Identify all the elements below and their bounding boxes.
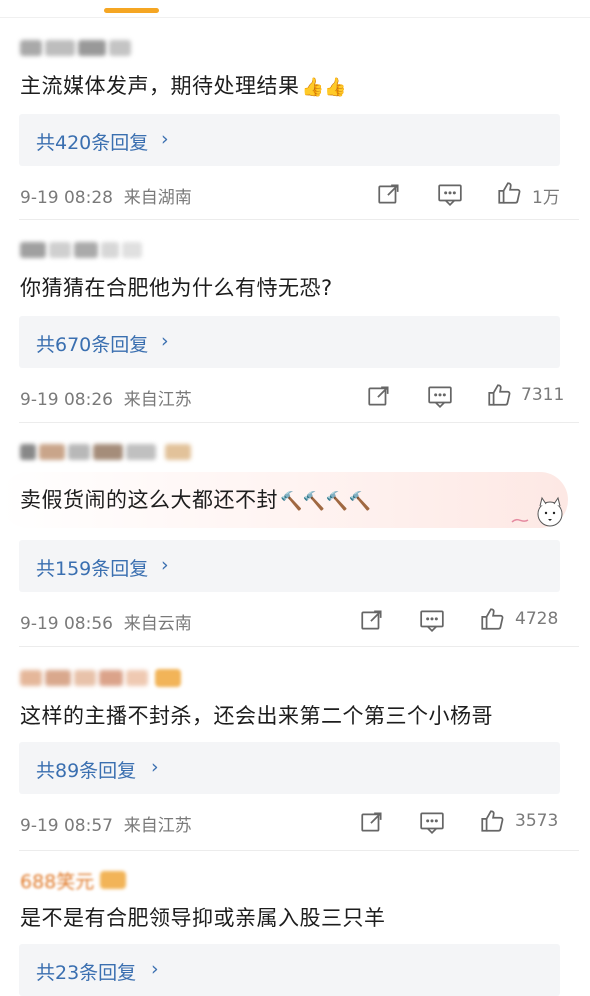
share-icon[interactable] — [376, 181, 402, 207]
thumbs-up-icon[interactable] — [486, 382, 512, 408]
divider — [19, 422, 579, 423]
reply-count: 共670条回复 — [36, 334, 149, 356]
comment-text: 卖假货闹的这么大都还不封 🔨🔨🔨🔨 — [20, 488, 372, 512]
like-count: 4728 — [515, 609, 559, 629]
timestamp: 9-19 08:57 — [20, 816, 113, 836]
active-tab-indicator — [104, 8, 159, 13]
share-icon[interactable] — [359, 607, 385, 633]
header-divider — [0, 17, 590, 18]
username-blurred[interactable] — [20, 668, 181, 688]
comment-text: 你猜猜在合肥他为什么有恃无恐? — [20, 276, 333, 300]
username-blurred[interactable] — [20, 38, 134, 58]
like-count: 3573 — [515, 811, 559, 831]
replies-link[interactable]: 共670条回复 › — [19, 316, 560, 368]
comment-meta: 9-19 08:56 来自云南 — [20, 609, 192, 634]
chevron-right-icon: › — [151, 958, 159, 980]
timestamp: 9-19 08:26 — [20, 390, 113, 410]
replies-link[interactable]: 共23条回复 › — [19, 944, 560, 996]
comment-icon[interactable] — [419, 809, 445, 835]
location: 来自湖南 — [123, 188, 192, 208]
cat-sticker-icon — [511, 496, 563, 527]
location: 来自江苏 — [123, 816, 192, 836]
comment-meta: 9-19 08:57 来自江苏 — [20, 811, 192, 836]
comment-icon[interactable] — [437, 181, 463, 207]
share-icon[interactable] — [366, 383, 392, 409]
divider — [19, 850, 579, 851]
thumbs-up-icon[interactable] — [479, 606, 505, 632]
divider — [19, 219, 579, 220]
thumbs-up-icon[interactable] — [496, 180, 522, 206]
share-icon[interactable] — [359, 809, 385, 835]
reply-count: 共89条回复 — [36, 760, 137, 782]
chevron-right-icon: › — [161, 128, 169, 150]
location: 来自江苏 — [123, 390, 192, 410]
comment-meta: 9-19 08:28 来自湖南 — [20, 183, 192, 208]
replies-link[interactable]: 共89条回复 › — [19, 742, 560, 794]
timestamp: 9-19 08:28 — [20, 188, 113, 208]
chevron-right-icon: › — [161, 554, 169, 576]
username[interactable]: 688笑元 — [20, 870, 127, 893]
comment-icon[interactable] — [427, 383, 453, 409]
username-blurred[interactable] — [20, 240, 145, 260]
comment-meta: 9-19 08:26 来自江苏 — [20, 385, 192, 410]
like-count: 7311 — [521, 385, 565, 405]
comment-text: 是不是有合肥领导抑或亲属入股三只羊 — [20, 906, 386, 930]
thumbs-emoji: 👍👍 — [301, 77, 348, 98]
divider — [19, 646, 579, 647]
replies-link[interactable]: 共420条回复 › — [19, 114, 560, 166]
location: 来自云南 — [123, 614, 192, 634]
reply-count: 共23条回复 — [36, 962, 137, 984]
hammer-emoji: 🔨🔨🔨🔨 — [280, 491, 372, 512]
timestamp: 9-19 08:56 — [20, 614, 113, 634]
chevron-right-icon: › — [161, 330, 169, 352]
reply-count: 共420条回复 — [36, 132, 149, 154]
comment-text: 这样的主播不封杀，还会出来第二个第三个小杨哥 — [20, 704, 493, 728]
like-count: 1万 — [532, 188, 560, 208]
chevron-right-icon: › — [151, 756, 159, 778]
comment-text: 主流媒体发声，期待处理结果 👍👍 — [20, 74, 348, 98]
comment-icon[interactable] — [419, 607, 445, 633]
replies-link[interactable]: 共159条回复 › — [19, 540, 560, 592]
username-blurred[interactable] — [20, 442, 194, 462]
thumbs-up-icon[interactable] — [479, 808, 505, 834]
reply-count: 共159条回复 — [36, 558, 149, 580]
